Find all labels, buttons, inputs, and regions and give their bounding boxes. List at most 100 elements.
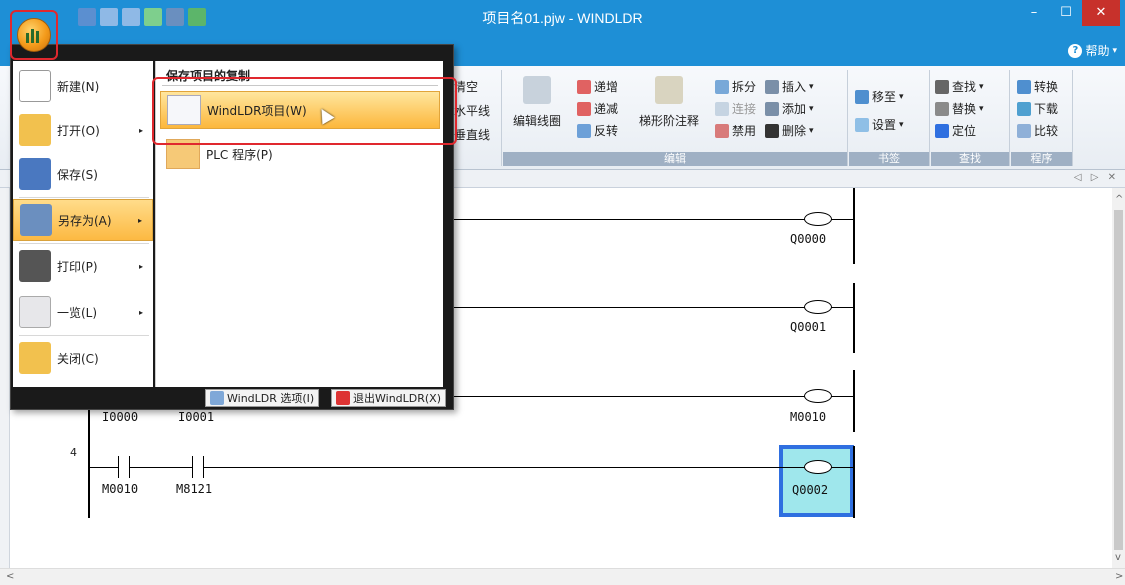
add-icon <box>765 101 779 116</box>
menu-save[interactable]: 保存(S) <box>13 153 153 195</box>
connect-icon <box>715 101 729 116</box>
menu-separator <box>19 197 149 198</box>
maximize-button[interactable]: ☐ <box>1048 0 1084 26</box>
menu-print-label: 打印(P) <box>57 259 98 274</box>
bookmark-icon <box>855 117 869 132</box>
find-button[interactable]: 查找 ▾ <box>935 78 984 95</box>
selected-cell[interactable] <box>779 445 854 517</box>
replace-icon <box>935 101 949 116</box>
menu-footer: WindLDR 选项(I) 退出WindLDR(X) <box>13 387 453 409</box>
menu-close[interactable]: 关闭(C) <box>13 337 153 379</box>
add-button[interactable]: 添加 ▾ <box>765 100 814 117</box>
exit-windldr-button[interactable]: 退出WindLDR(X) <box>331 389 447 407</box>
right-rail-1 <box>853 188 855 264</box>
menu-open-label: 打开(O) <box>57 123 100 138</box>
locate-button[interactable]: 定位 <box>935 122 976 139</box>
menu-open[interactable]: 打开(O) ▸ <box>13 109 153 151</box>
menu-separator <box>19 243 149 244</box>
convert-button[interactable]: 转换 <box>1017 78 1058 95</box>
compare-button[interactable]: 比较 <box>1017 122 1058 139</box>
delete-button[interactable]: 删除 ▾ <box>765 122 814 139</box>
annotation-highlight-box <box>152 77 457 145</box>
rung-number-4: 4 <box>70 446 77 459</box>
help-button[interactable]: ? 帮助 ▾ <box>1068 42 1117 59</box>
insert-icon <box>765 79 779 94</box>
increment-button[interactable]: 递增 <box>577 78 618 95</box>
menu-close-label: 关闭(C) <box>57 351 99 366</box>
coil-label-q0001: Q0001 <box>790 320 827 334</box>
printer-icon <box>19 250 51 282</box>
coil-q0000[interactable] <box>804 212 832 226</box>
clear-button[interactable]: 清空 <box>454 78 478 95</box>
new-file-icon <box>19 70 51 102</box>
split-icon <box>715 79 729 94</box>
document-nav-buttons[interactable]: ◁ ▷ ✕ <box>1074 172 1119 183</box>
list-icon <box>19 296 51 328</box>
replace-button[interactable]: 替换 ▾ <box>935 100 984 117</box>
contact-label-i0001: I0001 <box>178 410 215 424</box>
left-rail <box>88 410 90 518</box>
scroll-right-icon[interactable]: > <box>1115 571 1123 582</box>
delete-icon <box>765 123 779 138</box>
invert-button[interactable]: 反转 <box>577 122 618 139</box>
edit-group-label: 编辑 <box>503 152 847 166</box>
decrement-button[interactable]: 递减 <box>577 100 618 117</box>
save-as-icon <box>20 204 52 236</box>
submenu-arrow-icon: ▸ <box>138 125 143 135</box>
exit-windldr-label: 退出WindLDR(X) <box>353 392 442 405</box>
menu-new-label: 新建(N) <box>57 79 100 94</box>
coil-m0010[interactable] <box>804 389 832 403</box>
contact-label-m8121: M8121 <box>176 482 213 496</box>
menu-command-list: 新建(N) 打开(O) ▸ 保存(S) 另存为(A) ▸ 打印(P) ▸ 一览(… <box>13 61 153 387</box>
options-icon <box>210 391 224 405</box>
application-button[interactable] <box>10 10 58 60</box>
scroll-up-icon[interactable]: ^ <box>1115 194 1123 205</box>
group-edit: 编辑线圈 递增 递减 反转 梯形阶注释 拆分 连接 禁用 插入 ▾ 添加 ▾ 删除 ▾… <box>503 70 848 166</box>
locate-arrow-icon <box>935 123 949 138</box>
vline-button[interactable]: 垂直线 <box>454 126 490 143</box>
edit-coil-button[interactable]: 编辑线圈 <box>513 112 561 129</box>
open-folder-icon <box>19 114 51 146</box>
insert-button[interactable]: 插入 ▾ <box>765 78 814 95</box>
rung-comment-icon <box>655 76 683 104</box>
minimize-button[interactable]: – <box>1016 0 1052 26</box>
windldr-options-label: WindLDR 选项(I) <box>227 392 315 405</box>
coil-q0002[interactable] <box>804 460 832 474</box>
menu-save-as[interactable]: 另存为(A) ▸ <box>13 199 153 241</box>
right-rail-2 <box>853 283 855 353</box>
rung-comment-button[interactable]: 梯形阶注释 <box>639 112 699 129</box>
coil-q0001[interactable] <box>804 300 832 314</box>
disable-icon <box>715 123 729 138</box>
set-bookmark-button[interactable]: 设置 ▾ <box>855 116 904 133</box>
submenu-arrow-icon: ▸ <box>137 215 142 225</box>
windldr-options-button[interactable]: WindLDR 选项(I) <box>205 389 320 407</box>
coil-label-q0002: Q0002 <box>792 483 829 497</box>
edit-coil-icon <box>523 76 551 104</box>
plc-program-label: PLC 程序(P) <box>206 147 273 162</box>
contact-m0010[interactable] <box>118 456 130 478</box>
decrement-icon <box>577 101 591 116</box>
menu-new[interactable]: 新建(N) <box>13 65 153 107</box>
disable-button[interactable]: 禁用 <box>715 122 756 139</box>
help-label: 帮助 <box>1085 44 1110 58</box>
close-button[interactable]: ✕ <box>1082 0 1120 26</box>
horizontal-scrollbar[interactable]: < > <box>0 568 1125 585</box>
exit-icon <box>336 391 350 405</box>
menu-list[interactable]: 一览(L) ▸ <box>13 291 153 333</box>
download-icon <box>1017 101 1031 116</box>
menu-print[interactable]: 打印(P) ▸ <box>13 245 153 287</box>
goto-button[interactable]: 移至 ▾ <box>855 88 904 105</box>
contact-m8121[interactable] <box>192 456 204 478</box>
invert-icon <box>577 123 591 138</box>
group-find: 查找 ▾ 替换 ▾ 定位 查找 <box>931 70 1010 166</box>
scroll-left-icon[interactable]: < <box>6 571 14 582</box>
scroll-down-icon[interactable]: v <box>1115 552 1121 563</box>
window-title: 项目名01.pjw - WINDLDR <box>482 10 643 26</box>
split-button[interactable]: 拆分 <box>715 78 756 95</box>
menu-save-as-label: 另存为(A) <box>58 213 112 228</box>
hline-button[interactable]: 水平线 <box>454 102 490 119</box>
compare-icon <box>1017 123 1031 138</box>
connect-button[interactable]: 连接 <box>715 100 756 117</box>
vertical-scroll-thumb[interactable] <box>1114 210 1123 550</box>
download-button[interactable]: 下载 <box>1017 100 1058 117</box>
